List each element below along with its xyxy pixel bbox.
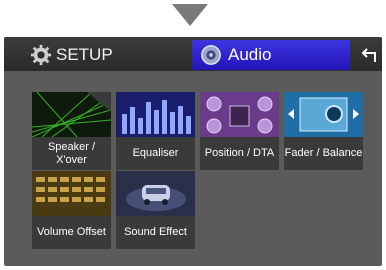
tile-label: Sound Effect	[124, 226, 187, 238]
tile-volume-offset[interactable]: Volume Offset	[32, 171, 111, 249]
audio-menu-screen: SETUP Audio Speaker / X'over Equaliser P…	[4, 37, 382, 266]
setup-tab[interactable]: SETUP	[30, 44, 113, 66]
position-dta-thumbnail	[200, 92, 279, 137]
down-arrow-icon	[172, 4, 208, 26]
tile-position-dta[interactable]: Position / DTA	[200, 92, 279, 170]
tile-sound-effect[interactable]: Sound Effect	[116, 171, 195, 249]
speaker-icon	[201, 45, 221, 65]
tile-label: Fader / Balance	[284, 147, 363, 159]
sound-effect-thumbnail	[116, 171, 195, 216]
back-arrow-icon[interactable]	[360, 46, 378, 64]
volume-offset-thumbnail	[32, 171, 111, 216]
tile-label: Speaker / X'over	[47, 140, 96, 166]
tile-label: Position / DTA	[204, 147, 275, 159]
equaliser-thumbnail	[116, 92, 195, 137]
fader-balance-thumbnail	[284, 92, 363, 137]
speaker-xover-thumbnail	[32, 92, 111, 137]
top-bar: SETUP Audio	[4, 37, 382, 71]
audio-tab[interactable]: Audio	[192, 40, 350, 70]
audio-label: Audio	[228, 45, 272, 64]
tile-speaker-xover[interactable]: Speaker / X'over	[32, 92, 111, 170]
gear-icon	[30, 44, 52, 66]
tile-fader-balance[interactable]: Fader / Balance	[284, 92, 363, 170]
tile-label: Equaliser	[132, 147, 179, 159]
tile-equaliser[interactable]: Equaliser	[116, 92, 195, 170]
tile-label: Volume Offset	[37, 226, 106, 238]
setup-label: SETUP	[56, 45, 113, 64]
